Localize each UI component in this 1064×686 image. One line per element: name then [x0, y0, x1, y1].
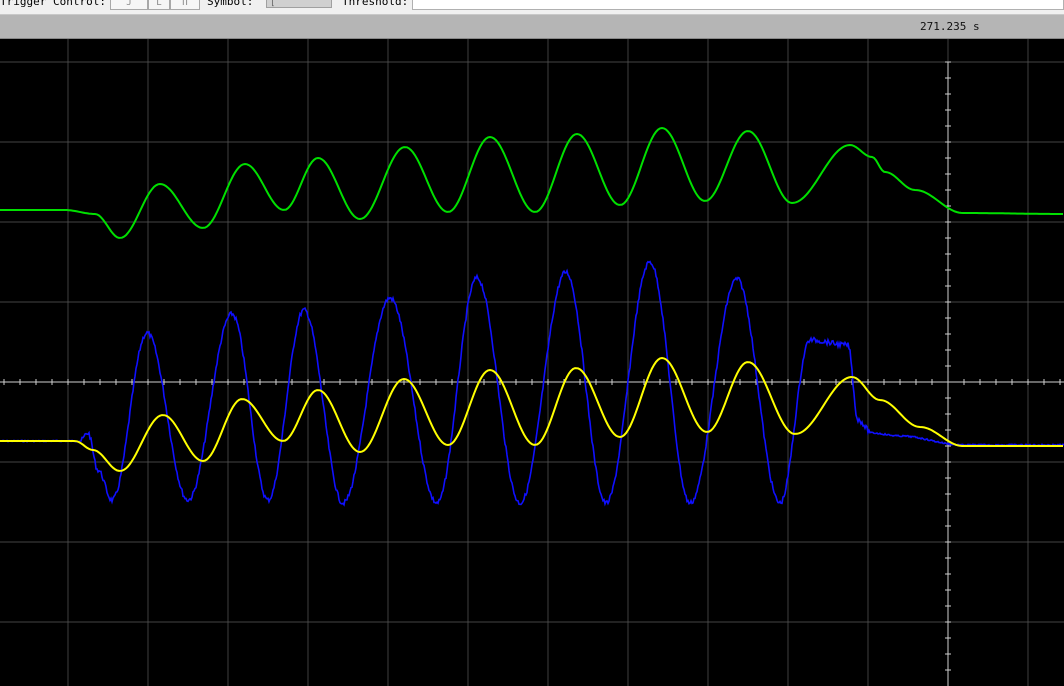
- trigger-toolbar: Trigger Control: J L Π Symbol: [ Thresho…: [0, 0, 1064, 15]
- threshold-input[interactable]: [412, 0, 1064, 10]
- trigger-pulse-button[interactable]: Π: [170, 0, 200, 10]
- yellow-trace: [0, 356, 1063, 472]
- symbol-select[interactable]: [: [266, 0, 332, 8]
- symbol-label: Symbol:: [207, 0, 254, 8]
- time-ruler: 271.235 s: [0, 15, 1064, 39]
- oscilloscope-plot[interactable]: [0, 39, 1064, 686]
- plot-grid: [0, 39, 1064, 686]
- trigger-control-label: Trigger Control:: [0, 0, 106, 8]
- trigger-falling-button[interactable]: L: [148, 0, 170, 10]
- trigger-rising-button[interactable]: J: [110, 0, 148, 10]
- green-trace: [0, 126, 1063, 239]
- cursor-time-readout: 271.235 s: [920, 20, 980, 33]
- threshold-label: Threshold:: [342, 0, 409, 8]
